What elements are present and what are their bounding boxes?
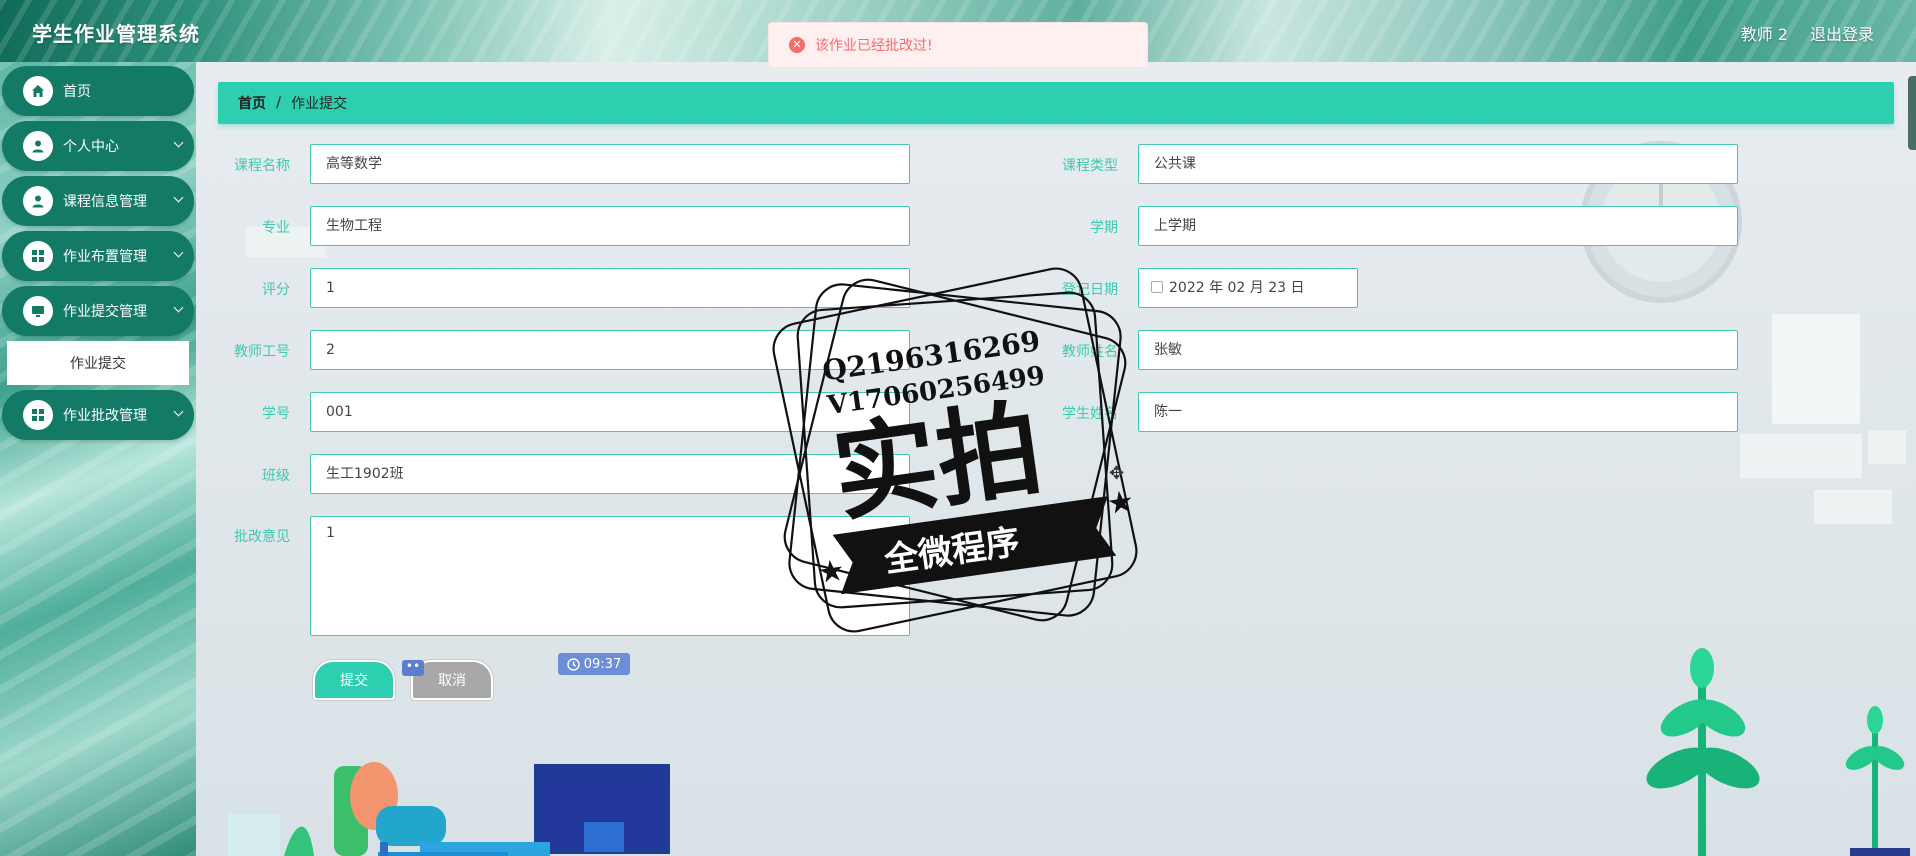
sidebar-item-label: 个人中心 [63, 139, 119, 155]
sidebar-item-label: 课程信息管理 [63, 194, 147, 210]
score-label: 评分 [262, 282, 290, 298]
sidebar-item-label: 作业批改管理 [63, 408, 147, 424]
chevron-down-icon [173, 137, 184, 148]
user-area: 教师 2 退出登录 [1741, 21, 1874, 45]
scrollbar-handle[interactable] [1908, 76, 1916, 150]
sidebar-item-homework-submit[interactable]: 作业提交管理 [2, 286, 194, 336]
student-id-label: 学号 [262, 406, 290, 422]
sidebar-item-label: 作业提交管理 [63, 304, 147, 320]
background-panel [1740, 434, 1862, 478]
user-icon [23, 131, 53, 161]
register-date-label: 登记日期 [1062, 282, 1118, 298]
submenu-item-homework-submit[interactable]: 作业提交 [7, 341, 189, 385]
app-title: 学生作业管理系统 [32, 22, 200, 46]
chevron-down-icon [173, 406, 184, 417]
course-type-label: 课程类型 [1062, 158, 1118, 174]
sidebar-item-course-info[interactable]: 课程信息管理 [2, 176, 194, 226]
sidebar-item-label: 作业布置管理 [63, 249, 147, 265]
student-name-label: 学生姓名 [1062, 406, 1118, 422]
move-cursor-icon: ✥ [1109, 463, 1125, 484]
semester-field[interactable]: 上学期 [1138, 206, 1738, 246]
student-name-field[interactable]: 陈一 [1138, 392, 1738, 432]
chevron-down-icon [173, 302, 184, 313]
teacher-id-label: 教师工号 [234, 344, 290, 360]
error-circle-icon: ✕ [789, 37, 805, 53]
register-date-picker[interactable]: 2022 年 02 月 23 日 [1138, 268, 1358, 308]
calendar-icon [1151, 281, 1163, 293]
toast-message: 该作业已经批改过! [815, 38, 933, 54]
sidebar: 首页 个人中心 课程信息管理 作业布置管理 作业提交管理 作业提交 作业批改管理 [0, 62, 196, 856]
sidebar-item-personal-center[interactable]: 个人中心 [2, 121, 194, 171]
sidebar-item-label: 首页 [63, 84, 91, 100]
sidebar-item-home[interactable]: 首页 [2, 66, 194, 116]
logout-button[interactable]: 退出登录 [1810, 21, 1874, 45]
teacher-name-label: 教师姓名 [1062, 344, 1118, 360]
teacher-name-field[interactable]: 张敏 [1138, 330, 1738, 370]
semester-label: 学期 [1090, 220, 1118, 236]
major-label: 专业 [262, 220, 290, 236]
register-date-value: 2022 年 02 月 23 日 [1169, 280, 1305, 296]
background-panel [1814, 490, 1892, 524]
monitor-icon [23, 296, 53, 326]
clock-icon [567, 657, 580, 671]
user-icon [23, 186, 53, 216]
chevron-down-icon [173, 192, 184, 203]
more-dots-icon: •• [402, 660, 424, 676]
sidebar-item-homework-assign[interactable]: 作业布置管理 [2, 231, 194, 281]
grid-icon [23, 241, 53, 271]
course-name-field[interactable]: 高等数学 [310, 144, 910, 184]
clock-badge: 09:37 [558, 653, 630, 675]
home-icon [23, 76, 53, 106]
student-id-field[interactable]: 001 [310, 392, 910, 432]
error-toast: ✕ 该作业已经批改过! [768, 22, 1148, 68]
comment-label: 批改意见 [234, 529, 290, 545]
class-field[interactable]: 生工1902班 [310, 454, 910, 494]
breadcrumb-home[interactable]: 首页 [238, 93, 266, 113]
score-field[interactable]: 1 [310, 268, 910, 308]
comment-textarea[interactable]: 1 [310, 516, 910, 636]
clock-time: 09:37 [583, 656, 622, 672]
plant-illustration [1646, 648, 1910, 856]
person-at-desk-illustration [228, 762, 670, 856]
chevron-down-icon [173, 247, 184, 258]
course-name-label: 课程名称 [234, 158, 290, 174]
current-user[interactable]: 教师 2 [1741, 21, 1788, 45]
sidebar-menu: 首页 个人中心 课程信息管理 作业布置管理 作业提交管理 作业提交 作业批改管理 [0, 62, 196, 440]
major-field[interactable]: 生物工程 [310, 206, 910, 246]
course-type-field[interactable]: 公共课 [1138, 144, 1738, 184]
background-panel [1868, 430, 1906, 464]
grid-icon [23, 400, 53, 430]
breadcrumb: 首页 / 作业提交 [218, 82, 1894, 124]
submit-button[interactable]: 提交 [312, 659, 396, 701]
main-content: 首页 / 作业提交 课程名称 高等数学 课程类型 公共课 专业 生物工程 学期 … [196, 62, 1916, 856]
sidebar-item-homework-grading[interactable]: 作业批改管理 [2, 390, 194, 440]
class-label: 班级 [262, 468, 290, 484]
breadcrumb-current: 作业提交 [291, 96, 348, 112]
background-panel [1772, 314, 1860, 424]
breadcrumb-separator: / [276, 95, 282, 111]
teacher-id-field[interactable]: 2 [310, 330, 910, 370]
